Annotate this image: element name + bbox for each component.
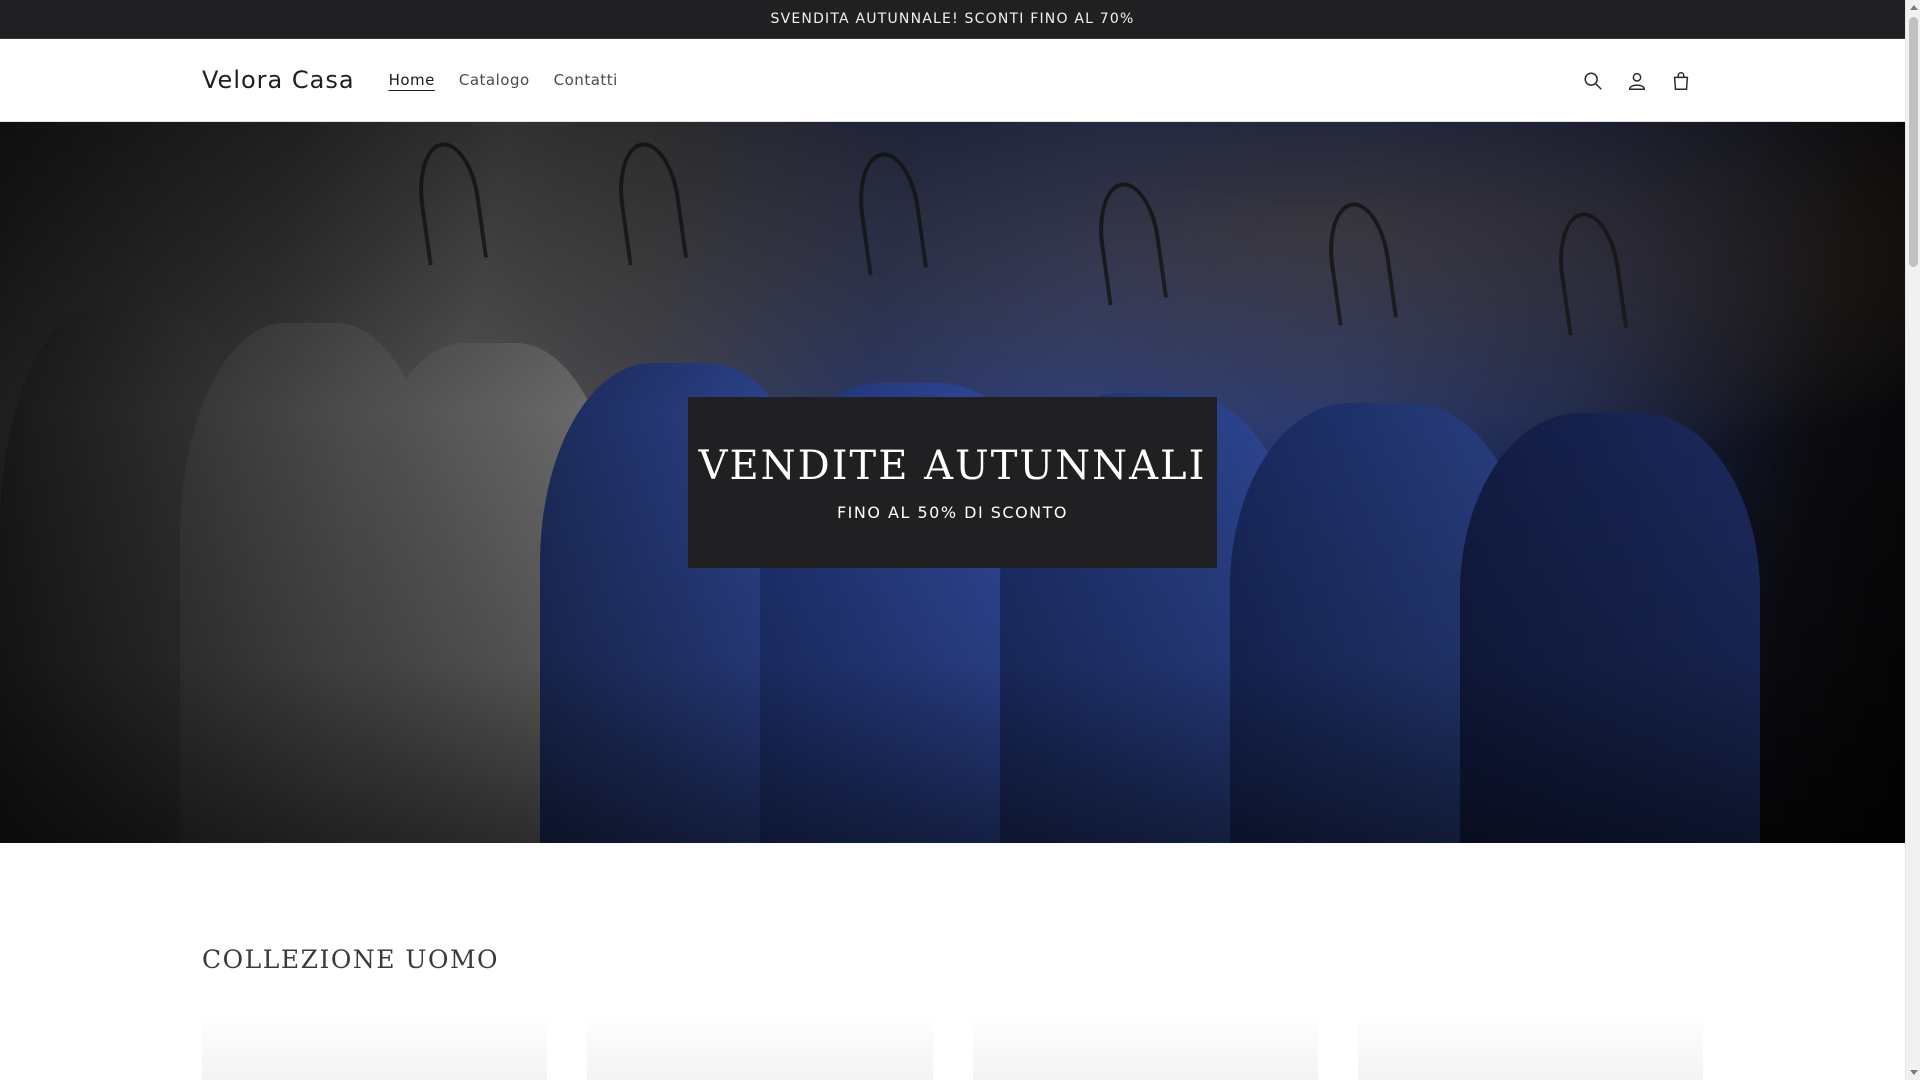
collection-section: COLLEZIONE UOMO [0,945,1905,1080]
hero-banner: VENDITE AUTUNNALI FINO AL 50% DI SCONTO [0,122,1905,843]
hero-title: VENDITE AUTUNNALI [698,443,1207,489]
announcement-bar: SVENDITA AUTUNNALE! SCONTI FINO AL 70% [0,0,1905,39]
scroll-down-icon[interactable] [1910,1070,1918,1075]
product-grid [202,1014,1703,1080]
announcement-text: SVENDITA AUTUNNALE! SCONTI FINO AL 70% [770,11,1135,27]
account-icon[interactable] [1623,67,1651,95]
product-card[interactable] [972,1014,1318,1080]
site-header: Velora Casa Home Catalogo Contatti [0,39,1905,122]
hero-subtitle: FINO AL 50% DI SCONTO [836,503,1069,522]
store-logo[interactable]: Velora Casa [202,66,355,94]
product-card[interactable] [587,1014,933,1080]
page: SVENDITA AUTUNNALE! SCONTI FINO AL 70% V… [0,0,1905,1080]
nav-catalogo[interactable]: Catalogo [447,63,542,97]
header-icons [1579,39,1695,122]
cart-icon[interactable] [1667,67,1695,95]
collection-title: COLLEZIONE UOMO [202,945,500,974]
product-card[interactable] [1357,1014,1703,1080]
main-nav: Home Catalogo Contatti [377,63,630,97]
hero-text-box: VENDITE AUTUNNALI FINO AL 50% DI SCONTO [688,397,1217,568]
product-card[interactable] [202,1014,548,1080]
nav-home[interactable]: Home [377,63,447,97]
scrollbar-thumb[interactable] [1909,17,1918,267]
vertical-scrollbar[interactable] [1905,0,1920,1080]
nav-contatti[interactable]: Contatti [542,63,630,97]
search-icon[interactable] [1579,67,1607,95]
scroll-up-icon[interactable] [1910,5,1918,10]
